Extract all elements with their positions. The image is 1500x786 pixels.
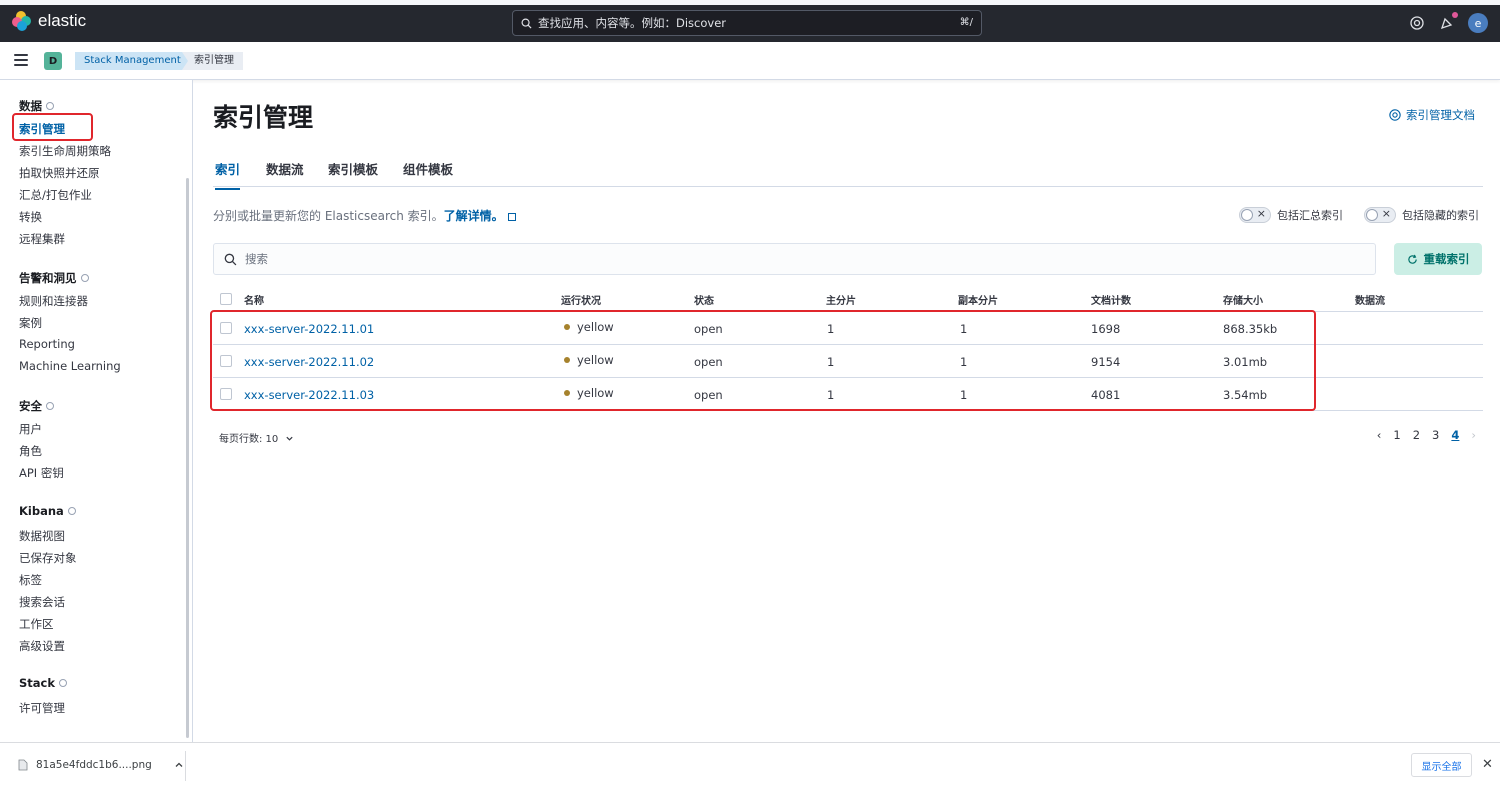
tab-indices[interactable]: 索引: [215, 159, 241, 190]
tab-bar: 索引 数据流 索引模板 组件模板: [213, 150, 1483, 190]
select-all-checkbox[interactable]: [220, 293, 232, 305]
info-icon: [46, 402, 54, 410]
menu-toggle-icon[interactable]: [14, 54, 28, 66]
sidebar-item-data-views[interactable]: 数据视图: [19, 528, 65, 544]
sidebar-item-rollup-jobs[interactable]: 汇总/打包作业: [19, 187, 92, 203]
external-link-icon: [507, 212, 516, 221]
info-icon: [59, 679, 68, 687]
newsfeed-icon[interactable]: [1438, 12, 1458, 32]
sidebar-item-license-management[interactable]: 许可管理: [19, 700, 65, 716]
global-search-input[interactable]: 查找应用、内容等。例如：Discover ⌘/: [512, 10, 982, 36]
search-icon: [224, 253, 237, 265]
sidebar-item-machine-learning[interactable]: Machine Learning: [19, 359, 121, 373]
chevron-left-icon[interactable]: ‹: [1377, 428, 1382, 442]
sidebar-scrollbar[interactable]: [186, 178, 189, 738]
chevron-right-icon: ›: [1471, 428, 1476, 442]
info-icon: [80, 274, 89, 282]
elastic-logo-icon: [12, 11, 32, 31]
learn-more-link[interactable]: 了解详情。: [444, 209, 504, 223]
space-avatar[interactable]: D: [44, 52, 62, 70]
sidebar-item-api-keys[interactable]: API 密钥: [19, 465, 64, 481]
help-icon: [1389, 109, 1401, 121]
tab-data-streams[interactable]: 数据流: [266, 159, 304, 188]
breadcrumb-bar: D Stack Management 索引管理: [0, 42, 1500, 80]
column-header-data-stream[interactable]: 数据流: [1355, 292, 1385, 307]
sidebar-group-security: 安全: [19, 398, 54, 414]
download-bar: 81a5e4fddc1b6....png 显示全部 ✕: [0, 742, 1500, 786]
page-2[interactable]: 2: [1413, 428, 1420, 442]
highlight-box-table: [210, 310, 1316, 411]
info-icon: [46, 102, 54, 110]
reload-indices-button[interactable]: 重载索引: [1394, 243, 1482, 275]
page-3[interactable]: 3: [1432, 428, 1439, 442]
column-header-status[interactable]: 状态: [694, 292, 714, 307]
sidebar-item-search-sessions[interactable]: 搜索会话: [19, 594, 65, 610]
sidebar-item-saved-objects[interactable]: 已保存对象: [19, 550, 77, 566]
logo-text: elastic: [38, 11, 87, 30]
sidebar-item-tags[interactable]: 标签: [19, 572, 42, 588]
column-header-storage-size[interactable]: 存储大小: [1223, 292, 1263, 307]
sidebar-item-remote-clusters[interactable]: 远程集群: [19, 231, 65, 247]
include-hidden-label: 包括隐藏的索引: [1402, 209, 1479, 222]
sidebar-item-cases[interactable]: 案例: [19, 315, 42, 331]
page-1[interactable]: 1: [1393, 428, 1400, 442]
column-header-name[interactable]: 名称: [244, 292, 264, 307]
top-header: elastic 查找应用、内容等。例如：Discover ⌘/ e: [0, 0, 1500, 42]
sidebar-group-stack: Stack: [19, 676, 68, 690]
sidebar-group-alerts: 告警和洞见: [19, 270, 89, 286]
chevron-down-icon: [286, 436, 294, 441]
info-icon: [67, 507, 76, 515]
table-header: 名称 运行状况 状态 主分片 副本分片 文档计数 存储大小 数据流: [213, 288, 1483, 312]
sidebar-item-snapshot-restore[interactable]: 拍取快照并还原: [19, 165, 100, 181]
sidebar-item-advanced-settings[interactable]: 高级设置: [19, 638, 65, 654]
sidebar-group-kibana: Kibana: [19, 504, 76, 518]
global-search-placeholder: 查找应用、内容等。例如：Discover: [538, 16, 727, 30]
column-header-docs-count[interactable]: 文档计数: [1091, 292, 1131, 307]
download-item[interactable]: 81a5e4fddc1b6....png: [18, 759, 184, 771]
pagination: ‹ 1 2 3 4 ›: [1377, 428, 1476, 442]
notification-dot: [1452, 12, 1458, 18]
column-header-replicas[interactable]: 副本分片: [958, 292, 998, 307]
rows-per-page-select[interactable]: 每页行数: 10: [219, 430, 294, 445]
search-shortcut: ⌘/: [959, 17, 973, 28]
sidebar-item-users[interactable]: 用户: [19, 421, 42, 437]
page-description: 分别或批量更新您的 Elasticsearch 索引。了解详情。: [213, 207, 516, 224]
sidebar-item-transforms[interactable]: 转换: [19, 209, 42, 225]
breadcrumb-stack-management[interactable]: Stack Management: [75, 52, 195, 70]
page-title: 索引管理: [213, 103, 314, 132]
page-4-current[interactable]: 4: [1451, 428, 1459, 442]
divider: [185, 751, 186, 781]
index-search-input[interactable]: 搜索: [213, 243, 1376, 275]
include-hidden-toggle[interactable]: × 包括隐藏的索引: [1364, 207, 1479, 223]
file-icon: [18, 759, 28, 771]
help-icon[interactable]: [1408, 14, 1426, 32]
docs-link-label: 索引管理文档: [1406, 108, 1475, 122]
sidebar-item-spaces[interactable]: 工作区: [19, 616, 54, 632]
column-header-health[interactable]: 运行状况: [561, 292, 601, 307]
switch-icon[interactable]: ×: [1364, 207, 1396, 223]
breadcrumb-index-management: 索引管理: [182, 52, 243, 70]
chevron-up-icon[interactable]: [174, 760, 184, 770]
search-icon: [521, 18, 532, 29]
include-rollup-toggle[interactable]: × 包括汇总索引: [1239, 207, 1343, 223]
elastic-logo[interactable]: elastic: [12, 11, 86, 31]
switch-icon[interactable]: ×: [1239, 207, 1271, 223]
sidebar-group-data: 数据: [19, 98, 54, 114]
tab-index-templates[interactable]: 索引模板: [328, 159, 378, 188]
tab-component-templates[interactable]: 组件模板: [403, 159, 453, 188]
show-all-button[interactable]: 显示全部: [1411, 753, 1472, 777]
sidebar-item-rules-connectors[interactable]: 规则和连接器: [19, 293, 88, 309]
user-avatar[interactable]: e: [1468, 13, 1488, 33]
index-search-placeholder: 搜索: [245, 252, 268, 266]
close-icon[interactable]: ✕: [1482, 757, 1493, 772]
download-file-name: 81a5e4fddc1b6....png: [36, 759, 152, 771]
sidebar-item-roles[interactable]: 角色: [19, 443, 42, 459]
docs-link[interactable]: 索引管理文档: [1389, 107, 1475, 123]
include-rollup-label: 包括汇总索引: [1277, 209, 1343, 222]
sidebar-item-ilm-policies[interactable]: 索引生命周期策略: [19, 143, 111, 159]
column-header-primaries[interactable]: 主分片: [826, 292, 856, 307]
refresh-icon: [1407, 254, 1417, 264]
sidebar-item-reporting[interactable]: Reporting: [19, 337, 75, 351]
highlight-box-sidebar: [12, 113, 93, 141]
